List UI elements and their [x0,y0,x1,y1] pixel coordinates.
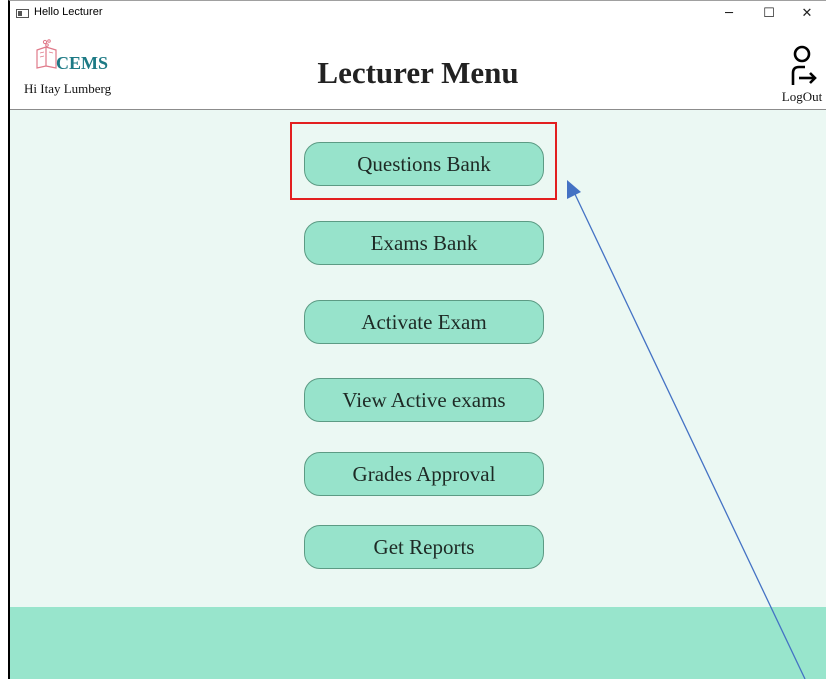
annotation-arrow [567,180,806,679]
